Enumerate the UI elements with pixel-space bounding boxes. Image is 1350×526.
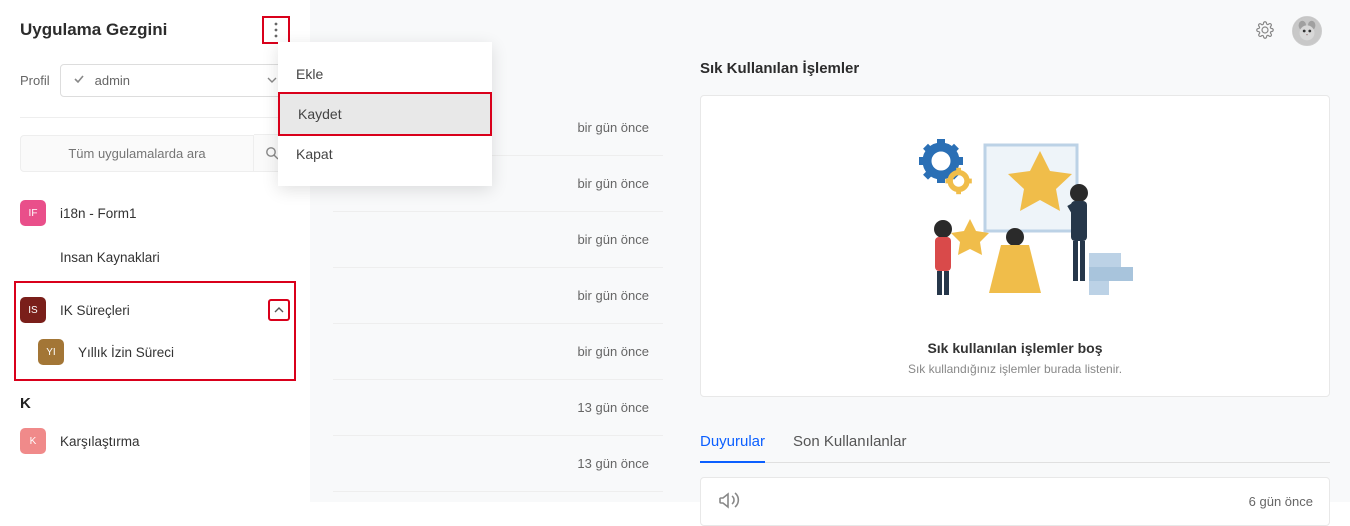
app-badge: IS [20,297,46,323]
tree-item[interactable]: K Karşılaştırma [20,420,290,462]
favorites-empty-title: Sık kullanılan işlemler boş [721,340,1309,356]
avatar[interactable] [1292,16,1322,46]
sidebar-title: Uygulama Gezgini [20,20,262,40]
profile-select[interactable]: admin [60,64,290,97]
tabs: Duyurular Son Kullanılanlar [700,427,1330,463]
tree-item-label[interactable]: Insan Kaynaklari [20,250,290,265]
highlighted-group: IS IK Süreçleri YI Yıllık İzin Süreci [14,281,296,381]
tree-item-label: Karşılaştırma [60,434,290,449]
tree-item-label: Yıllık İzin Süreci [78,345,290,360]
list-item-time: bir gün önce [333,268,663,324]
dropdown-item-save[interactable]: Kaydet [280,94,490,134]
tree-item[interactable]: YI Yıllık İzin Süreci [38,331,290,373]
main-panel: Sık Kullanılan İşlemler Sık kullanılan i… [700,0,1350,502]
chevron-up-icon [274,305,284,315]
chevron-down-icon [267,73,277,88]
favorites-heading: Sık Kullanılan İşlemler [700,60,1330,77]
app-badge: YI [38,339,64,365]
list-item-time: bir gün önce [333,212,663,268]
tree-item[interactable]: IS IK Süreçleri [20,289,290,331]
search-input[interactable] [20,135,254,172]
sidebar: Uygulama Gezgini Profil admin IF i18n - … [0,0,310,502]
tab-recent[interactable]: Son Kullanılanlar [793,427,906,462]
tree-item-label: i18n - Form1 [60,206,290,221]
star-icon [951,219,989,255]
more-menu-button[interactable] [262,16,290,44]
tab-announcements[interactable]: Duyurular [700,427,765,462]
gear-icon [919,139,963,183]
group-letter-header: K [20,385,290,420]
dropdown-item-close[interactable]: Kapat [278,134,492,174]
app-badge: K [20,428,46,454]
app-badge: IF [20,200,46,226]
search-icon [265,146,279,160]
favorites-empty-subtitle: Sık kullandığınız işlemler burada listen… [721,362,1309,376]
profile-value: admin [95,73,130,88]
divider [20,117,290,118]
avatar-icon [1293,17,1321,45]
tree-item[interactable]: IF i18n - Form1 [20,192,290,234]
profile-label: Profil [20,73,50,88]
dots-vertical-icon [269,22,283,38]
more-dropdown: Ekle Kaydet Kapat [278,42,492,186]
check-icon [73,73,85,88]
collapse-toggle[interactable] [268,299,290,321]
settings-button[interactable] [1256,21,1274,42]
gear-icon [1256,21,1274,39]
favorites-card: Sık kullanılan işlemler boş Sık kullandı… [700,95,1330,397]
list-item-time: 13 gün önce [333,436,663,492]
list-item-time: 13 gün önce [333,380,663,436]
dropdown-item-add[interactable]: Ekle [278,54,492,94]
list-item-time: bir gün önce [333,324,663,380]
tree-item-label: IK Süreçleri [60,303,268,318]
empty-illustration [721,116,1309,326]
